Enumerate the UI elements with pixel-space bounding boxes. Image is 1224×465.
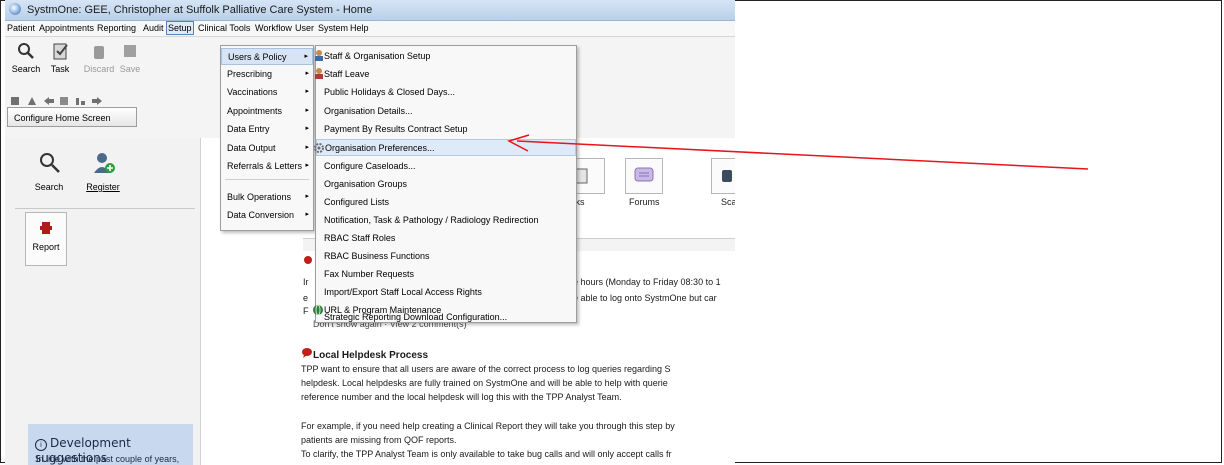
red-arrow-line: [516, 140, 1089, 170]
red-arrow-head: [507, 134, 530, 152]
annotation-overlay: [507, 134, 1089, 170]
